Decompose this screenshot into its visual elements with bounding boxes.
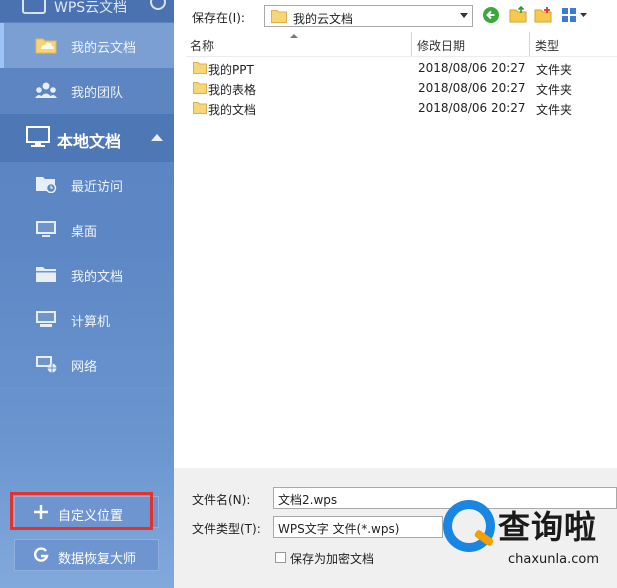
file-type: 文件夹 (536, 83, 573, 97)
section-label: 本地文档 (57, 132, 122, 151)
filetype-label: 文件类型(T): (192, 522, 261, 536)
sidebar-item-label: 我的团队 (71, 86, 124, 101)
save-in-label: 保存在(I): (192, 11, 245, 25)
file-name: 我的文档 (208, 103, 257, 117)
sidebar-item-label: 计算机 (71, 315, 111, 330)
header-divider (186, 56, 617, 57)
collapse-triangle-icon[interactable] (151, 134, 163, 141)
custom-location-label: 自定义位置 (58, 509, 124, 524)
sidebar-title: WPS云文档 (54, 0, 128, 16)
help-icon[interactable] (150, 0, 166, 10)
file-list: 名称 修改日期 类型 我的PPT 2018/08/06 20:27 文件夹 我的… (186, 32, 617, 468)
local-docs-section-header[interactable]: 本地文档 (0, 114, 174, 162)
chevron-down-icon (460, 13, 468, 18)
file-date: 2018/08/06 20:27 (418, 81, 526, 95)
sidebar-item-network[interactable]: 网络 (0, 342, 174, 387)
sidebar-item-computer[interactable]: 计算机 (0, 297, 174, 342)
sidebar-item-label: 网络 (71, 360, 98, 375)
cloud-folder-icon (35, 38, 57, 54)
view-menu-icon[interactable] (561, 6, 589, 24)
column-header-date[interactable]: 修改日期 (413, 32, 530, 56)
sidebar-divider (0, 387, 174, 388)
sidebar-item-label: 最近访问 (71, 180, 124, 195)
save-dialog-main: 保存在(I): 我的云文档 名称 修改日期 类型 我的PPT 2018/08/0… (174, 0, 617, 588)
column-header-type[interactable]: 类型 (531, 32, 617, 56)
encrypt-label: 保存为加密文档 (290, 552, 375, 566)
file-type: 文件夹 (536, 103, 573, 117)
save-location-dropdown[interactable]: 我的云文档 (264, 5, 473, 27)
sidebar-header: WPS云文档 (0, 0, 174, 22)
sidebar-item-recent[interactable]: 最近访问 (0, 162, 174, 207)
file-date: 2018/08/06 20:27 (418, 101, 526, 115)
sidebar-item-my-team[interactable]: 我的团队 (0, 68, 174, 113)
data-recovery-button[interactable]: 数据恢复大师 (14, 539, 159, 571)
watermark-url: chaxunla.com (508, 552, 599, 567)
filename-label: 文件名(N): (192, 493, 251, 507)
column-header-name[interactable]: 名称 (186, 32, 412, 56)
file-row[interactable]: 我的表格 2018/08/06 20:27 文件夹 (186, 78, 617, 98)
file-row[interactable]: 我的PPT 2018/08/06 20:27 文件夹 (186, 58, 617, 78)
folder-icon (271, 10, 287, 23)
watermark-text: 查询啦 (498, 508, 598, 546)
recovery-g-icon (34, 547, 49, 562)
documents-icon (36, 267, 56, 282)
custom-location-button[interactable]: 自定义位置 (14, 496, 159, 528)
folder-icon (193, 82, 207, 94)
network-icon (36, 356, 57, 373)
encrypt-checkbox[interactable] (275, 552, 286, 563)
monitor-icon (26, 126, 50, 147)
sidebar-item-label: 我的云文档 (71, 41, 137, 56)
filetype-select[interactable]: WPS文字 文件(*.wps) (273, 516, 443, 538)
location-toolbar: 保存在(I): 我的云文档 (174, 0, 617, 32)
recent-icon (36, 177, 57, 193)
sidebar-item-my-cloud-docs[interactable]: 我的云文档 (0, 23, 174, 68)
back-arrow-icon[interactable] (482, 6, 500, 24)
computer-icon (36, 311, 56, 327)
save-location-value: 我的云文档 (293, 12, 354, 26)
file-type: 文件夹 (536, 63, 573, 77)
file-date: 2018/08/06 20:27 (418, 61, 526, 75)
wps-logo-icon (22, 0, 46, 14)
folder-icon (193, 102, 207, 114)
up-folder-icon[interactable] (509, 6, 527, 24)
watermark-logo-icon (443, 500, 495, 552)
sidebar-item-desktop[interactable]: 桌面 (0, 207, 174, 252)
file-row[interactable]: 我的文档 2018/08/06 20:27 文件夹 (186, 98, 617, 118)
desktop-icon (36, 221, 56, 237)
new-folder-icon[interactable] (534, 6, 552, 24)
sidebar-item-my-documents[interactable]: 我的文档 (0, 252, 174, 297)
sidebar: WPS云文档 我的云文档 我的团队 本地文档 最近访问 桌面 我的文档 计算机 … (0, 0, 174, 588)
folder-icon (193, 62, 207, 74)
file-name: 我的PPT (208, 63, 254, 77)
team-icon (35, 82, 57, 98)
data-recovery-label: 数据恢复大师 (58, 552, 137, 567)
sidebar-item-label: 桌面 (71, 225, 98, 240)
sidebar-item-label: 我的文档 (71, 270, 124, 285)
plus-icon (34, 505, 48, 519)
file-name: 我的表格 (208, 83, 257, 97)
